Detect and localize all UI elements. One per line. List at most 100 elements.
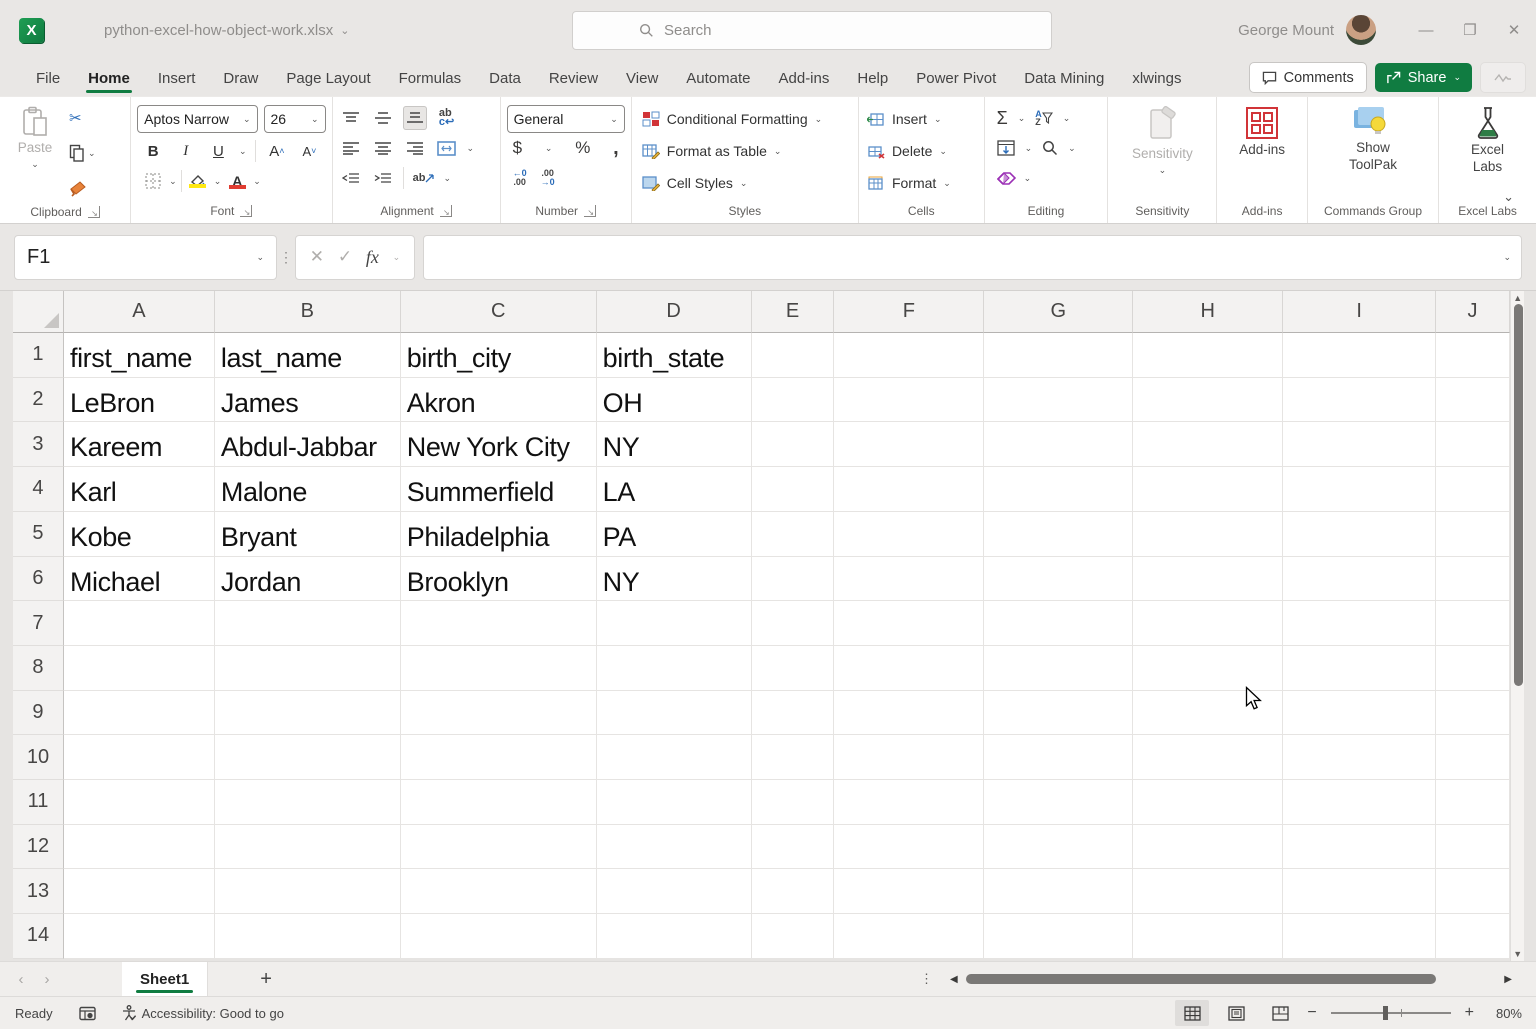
cell-E6[interactable] [752, 557, 835, 602]
cell-J1[interactable] [1436, 333, 1510, 378]
close-button[interactable]: ✕ [1492, 0, 1536, 60]
cell-B10[interactable] [215, 735, 401, 780]
cell-D4[interactable]: LA [597, 467, 752, 512]
format-painter-button[interactable] [66, 175, 99, 201]
cell-J6[interactable] [1436, 557, 1510, 602]
tab-view[interactable]: View [612, 61, 672, 95]
cell-A1[interactable]: first_name [64, 333, 215, 378]
tab-automate[interactable]: Automate [672, 61, 764, 95]
scroll-down-icon[interactable]: ▼ [1513, 947, 1522, 961]
sort-filter-button[interactable]: AZ [1035, 110, 1053, 126]
cell-J13[interactable] [1436, 869, 1510, 914]
cell-I2[interactable] [1283, 378, 1436, 423]
tab-data[interactable]: Data [475, 61, 535, 95]
cell-I10[interactable] [1283, 735, 1436, 780]
restore-button[interactable]: ❐ [1448, 0, 1492, 60]
column-header-H[interactable]: H [1133, 291, 1283, 333]
cell-F11[interactable] [834, 780, 984, 825]
cell-F2[interactable] [834, 378, 984, 423]
cell-F13[interactable] [834, 869, 984, 914]
cell-C1[interactable]: birth_city [401, 333, 597, 378]
row-header-7[interactable]: 7 [13, 601, 64, 646]
cell-F8[interactable] [834, 646, 984, 691]
format-cells-button[interactable]: Format⌄ [867, 167, 951, 199]
row-header-8[interactable]: 8 [13, 646, 64, 691]
cell-A8[interactable] [64, 646, 215, 691]
cell-F6[interactable] [834, 557, 984, 602]
paste-button[interactable]: Paste ⌄ [6, 103, 64, 170]
cell-E2[interactable] [752, 378, 835, 423]
cell-D12[interactable] [597, 825, 752, 870]
cell-H1[interactable] [1133, 333, 1283, 378]
align-right-button[interactable] [403, 136, 427, 160]
zoom-in-button[interactable]: + [1465, 1004, 1474, 1022]
sensitivity-button[interactable]: Sensitivity ⌄ [1117, 103, 1207, 176]
cell-G14[interactable] [984, 914, 1133, 959]
find-select-button[interactable] [1042, 140, 1058, 156]
decrease-decimal-button[interactable]: .00→0 [541, 169, 555, 187]
horizontal-scroll-thumb[interactable] [966, 974, 1436, 984]
cell-D6[interactable]: NY [597, 557, 752, 602]
borders-button[interactable] [141, 169, 165, 193]
pulse-button[interactable] [1480, 62, 1526, 93]
cell-A7[interactable] [64, 601, 215, 646]
cell-G2[interactable] [984, 378, 1133, 423]
column-header-B[interactable]: B [215, 291, 401, 333]
cell-B7[interactable] [215, 601, 401, 646]
row-header-13[interactable]: 13 [13, 869, 64, 914]
cell-G9[interactable] [984, 691, 1133, 736]
addins-button[interactable]: Add-ins [1224, 103, 1300, 159]
cell-E14[interactable] [752, 914, 835, 959]
cell-H2[interactable] [1133, 378, 1283, 423]
sheetbar-splitter[interactable]: ⋮ [920, 971, 933, 987]
cell-G8[interactable] [984, 646, 1133, 691]
cell-A6[interactable]: Michael [64, 557, 215, 602]
tab-review[interactable]: Review [535, 61, 612, 95]
cell-E11[interactable] [752, 780, 835, 825]
cell-C8[interactable] [401, 646, 597, 691]
increase-indent-button[interactable] [371, 166, 395, 190]
increase-decimal-button[interactable]: ←0.00 [513, 169, 527, 187]
cell-D9[interactable] [597, 691, 752, 736]
document-title[interactable]: python-excel-how-object-work.xlsx ⌄ [104, 22, 349, 39]
percent-button[interactable]: % [575, 138, 590, 158]
fill-button[interactable] [997, 140, 1015, 156]
status-mode[interactable]: Ready [15, 1006, 53, 1021]
cell-B6[interactable]: Jordan [215, 557, 401, 602]
cell-A3[interactable]: Kareem [64, 422, 215, 467]
cell-E13[interactable] [752, 869, 835, 914]
cell-C6[interactable]: Brooklyn [401, 557, 597, 602]
bold-button[interactable]: B [141, 139, 165, 163]
cell-H11[interactable] [1133, 780, 1283, 825]
cell-C4[interactable]: Summerfield [401, 467, 597, 512]
orientation-dropdown[interactable]: ⌄ [444, 173, 452, 184]
align-left-button[interactable] [339, 136, 363, 160]
page-layout-view-button[interactable] [1219, 1000, 1253, 1026]
cut-button[interactable]: ✂ [66, 105, 99, 131]
cell-C3[interactable]: New York City [401, 422, 597, 467]
wrap-text-button[interactable]: abc↩ [435, 106, 459, 130]
cell-J14[interactable] [1436, 914, 1510, 959]
currency-dropdown[interactable]: ⌄ [545, 143, 553, 154]
cell-B13[interactable] [215, 869, 401, 914]
cell-J12[interactable] [1436, 825, 1510, 870]
cell-H6[interactable] [1133, 557, 1283, 602]
vertical-scrollbar[interactable]: ▲ ▼ [1510, 291, 1524, 961]
cell-A11[interactable] [64, 780, 215, 825]
cell-I14[interactable] [1283, 914, 1436, 959]
cell-D7[interactable] [597, 601, 752, 646]
cell-C9[interactable] [401, 691, 597, 736]
cell-H7[interactable] [1133, 601, 1283, 646]
row-header-11[interactable]: 11 [13, 780, 64, 825]
column-header-G[interactable]: G [984, 291, 1133, 333]
top-align-button[interactable] [339, 106, 363, 130]
cell-C14[interactable] [401, 914, 597, 959]
autosum-button[interactable]: Σ [997, 108, 1008, 129]
delete-cells-button[interactable]: Delete⌄ [867, 135, 951, 167]
borders-dropdown[interactable]: ⌄ [169, 176, 177, 187]
minimize-button[interactable]: — [1404, 0, 1448, 60]
cell-F4[interactable] [834, 467, 984, 512]
cell-J5[interactable] [1436, 512, 1510, 557]
cell-G13[interactable] [984, 869, 1133, 914]
cell-I3[interactable] [1283, 422, 1436, 467]
